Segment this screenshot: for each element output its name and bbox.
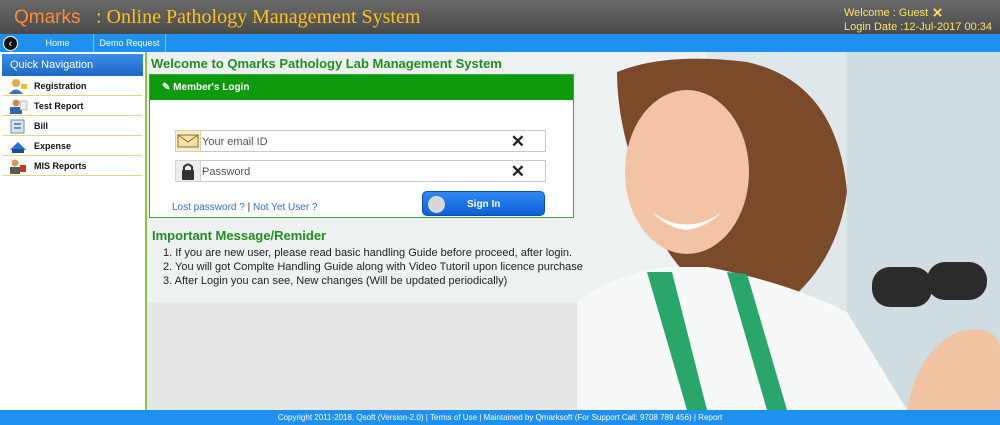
member-login-panel: ✎ Member's Login ✕ ✕ Sign In [149, 74, 574, 218]
system-title: : Online Pathology Management System [96, 6, 421, 28]
top-nav-bar: ‹ Home Demo Request [0, 34, 1000, 52]
footer: Copyright 2011-2018. Qsoft (Version-2.0)… [0, 410, 1000, 425]
lock-icon [175, 160, 201, 182]
lost-password-link[interactable]: Lost password ? [172, 202, 245, 213]
welcome-heading: Welcome to Qmarks Pathology Lab Manageme… [151, 56, 502, 71]
sign-in-button[interactable]: Sign In [422, 191, 545, 216]
nav-home-link[interactable]: Home [22, 34, 94, 52]
quick-navigation-sidebar: Quick Navigation Registration Test Repor… [0, 52, 147, 410]
welcome-label: Welcome : Guest [844, 7, 929, 19]
important-message-list: 1. If you are new user, please read basi… [163, 246, 583, 288]
app-header: Qmarks : Online Pathology Management Sys… [0, 0, 1000, 34]
list-item: 2. You will got Complte Handling Guide a… [163, 261, 583, 273]
envelope-icon [175, 130, 201, 152]
sidebar-item-label: MIS Reports [34, 161, 87, 171]
guest-settings-icon[interactable] [933, 8, 942, 17]
back-arrow-icon[interactable]: ‹ [3, 36, 18, 51]
password-field-container: ✕ [175, 160, 546, 182]
login-title: Member's Login [173, 82, 250, 93]
login-date: Login Date :12-Jul-2017 00:34 [844, 21, 992, 33]
report-icon [10, 99, 28, 114]
sidebar-item-test-report[interactable]: Test Report [3, 96, 142, 116]
sidebar-item-label: Expense [34, 141, 72, 151]
sidebar-item-registration[interactable]: Registration [3, 76, 142, 96]
welcome-user: Welcome : Guest [844, 7, 942, 19]
bill-icon [10, 119, 25, 134]
login-header: ✎ Member's Login [150, 75, 573, 100]
login-links: Lost password ? | Not Yet User ? [172, 202, 317, 213]
sidebar-item-mis-reports[interactable]: MIS Reports [3, 156, 142, 176]
sidebar-item-expense[interactable]: Expense [3, 136, 142, 156]
nav-demo-request-link[interactable]: Demo Request [94, 34, 166, 52]
arrow-right-icon [428, 196, 445, 213]
important-message-title: Important Message/Remider [152, 228, 327, 243]
mis-icon [10, 159, 26, 174]
password-input[interactable] [202, 163, 502, 180]
expense-icon [10, 142, 26, 153]
clear-email-icon[interactable]: ✕ [511, 133, 525, 150]
not-yet-user-link[interactable]: Not Yet User ? [253, 202, 317, 213]
main-content: Welcome to Qmarks Pathology Lab Manageme… [147, 52, 1000, 410]
sidebar-item-label: Test Report [34, 101, 84, 111]
sign-in-label: Sign In [467, 199, 501, 210]
clear-password-icon[interactable]: ✕ [511, 163, 525, 180]
sidebar-item-bill[interactable]: Bill [3, 116, 142, 136]
email-input[interactable] [202, 133, 502, 150]
link-separator: | [247, 202, 251, 213]
sidebar-item-label: Bill [34, 121, 49, 131]
user-icon [9, 79, 27, 94]
email-field-container: ✕ [175, 130, 546, 152]
sidebar-item-label: Registration [34, 81, 87, 91]
pencil-icon: ✎ [162, 82, 171, 93]
list-item: 3. After Login you can see, New changes … [163, 275, 508, 287]
list-item: 1. If you are new user, please read basi… [163, 247, 573, 259]
quick-navigation-title: Quick Navigation [2, 54, 143, 76]
brand-logo-text: Qmarks [14, 7, 81, 28]
